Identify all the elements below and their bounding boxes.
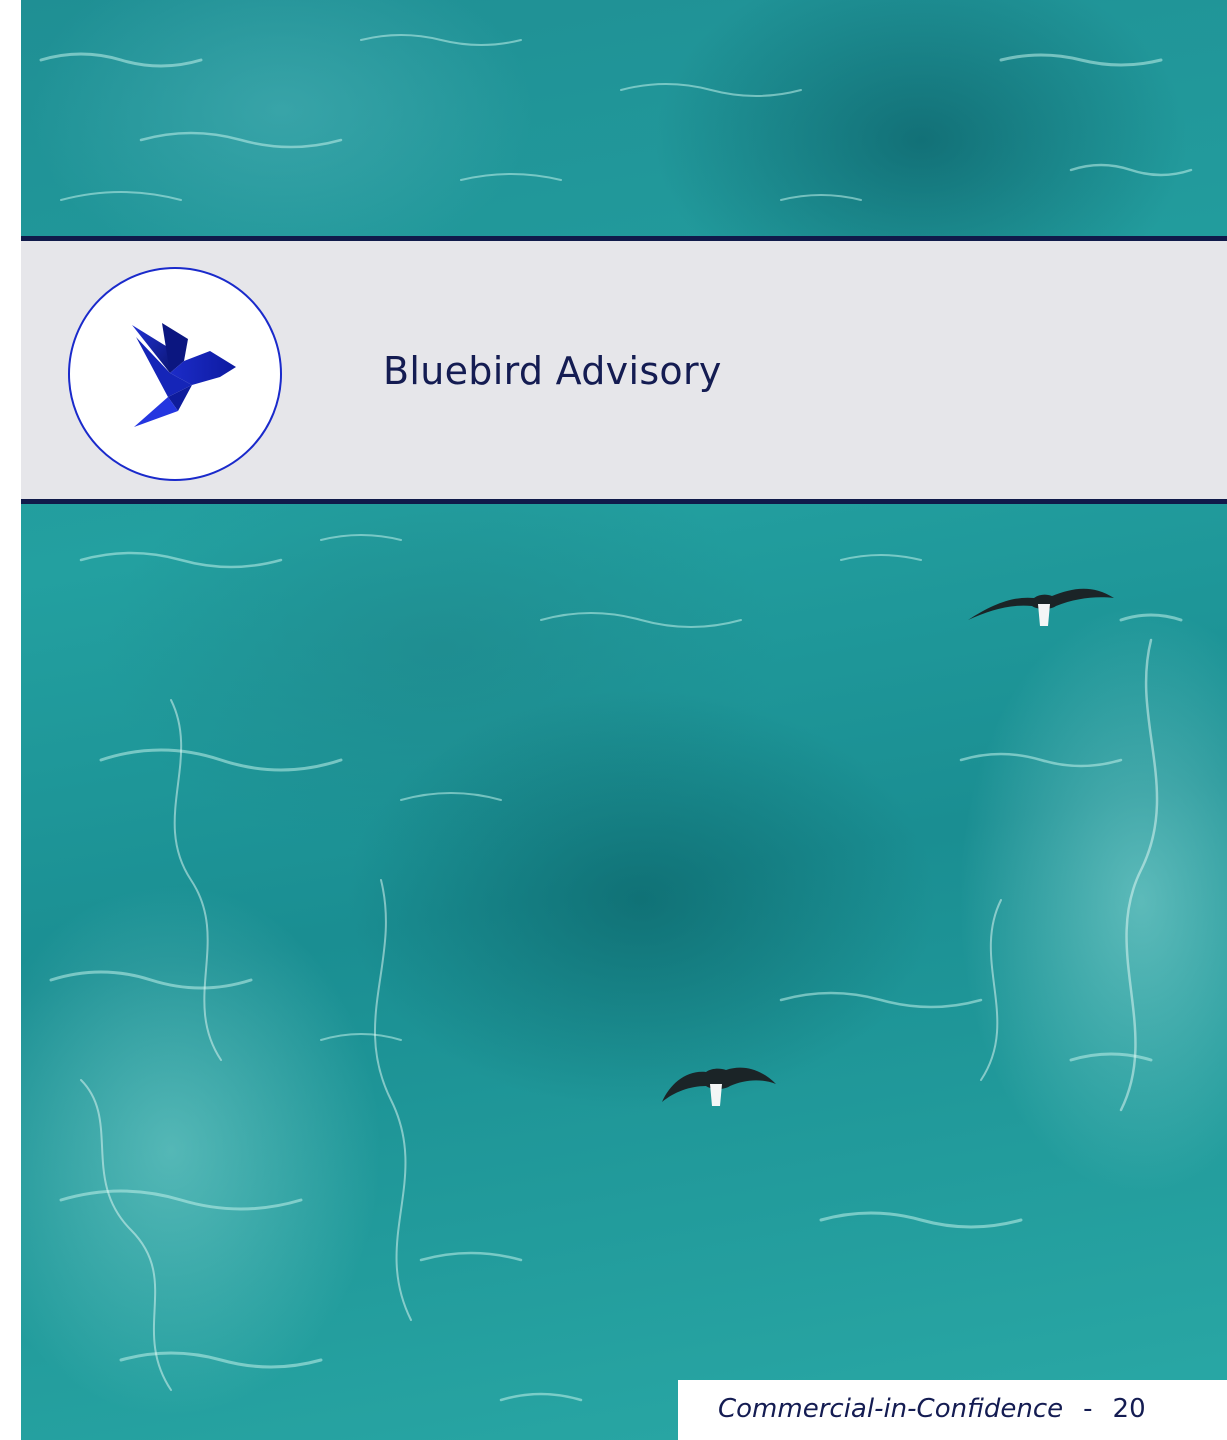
page-margin [0, 0, 21, 1440]
logo [68, 267, 282, 481]
footer-separator: - [1083, 1394, 1093, 1424]
company-name: Bluebird Advisory [383, 349, 722, 393]
title-band: Bluebird Advisory [21, 236, 1227, 504]
footer-text: Commercial-in-Confidence -20 [718, 1394, 1146, 1424]
bluebird-logo-icon [132, 323, 236, 427]
seagull-icon [968, 588, 1114, 626]
document-page: Bluebird Advisory Commercial-in-Confiden… [0, 0, 1227, 1440]
classification-label: Commercial-in-Confidence [718, 1394, 1064, 1424]
page-number: 20 [1112, 1394, 1146, 1424]
ocean-texture [39, 34, 1193, 1402]
seagull-icon [662, 1067, 776, 1106]
ocean-background-image [21, 0, 1227, 1440]
page-footer: Commercial-in-Confidence -20 [678, 1380, 1227, 1440]
